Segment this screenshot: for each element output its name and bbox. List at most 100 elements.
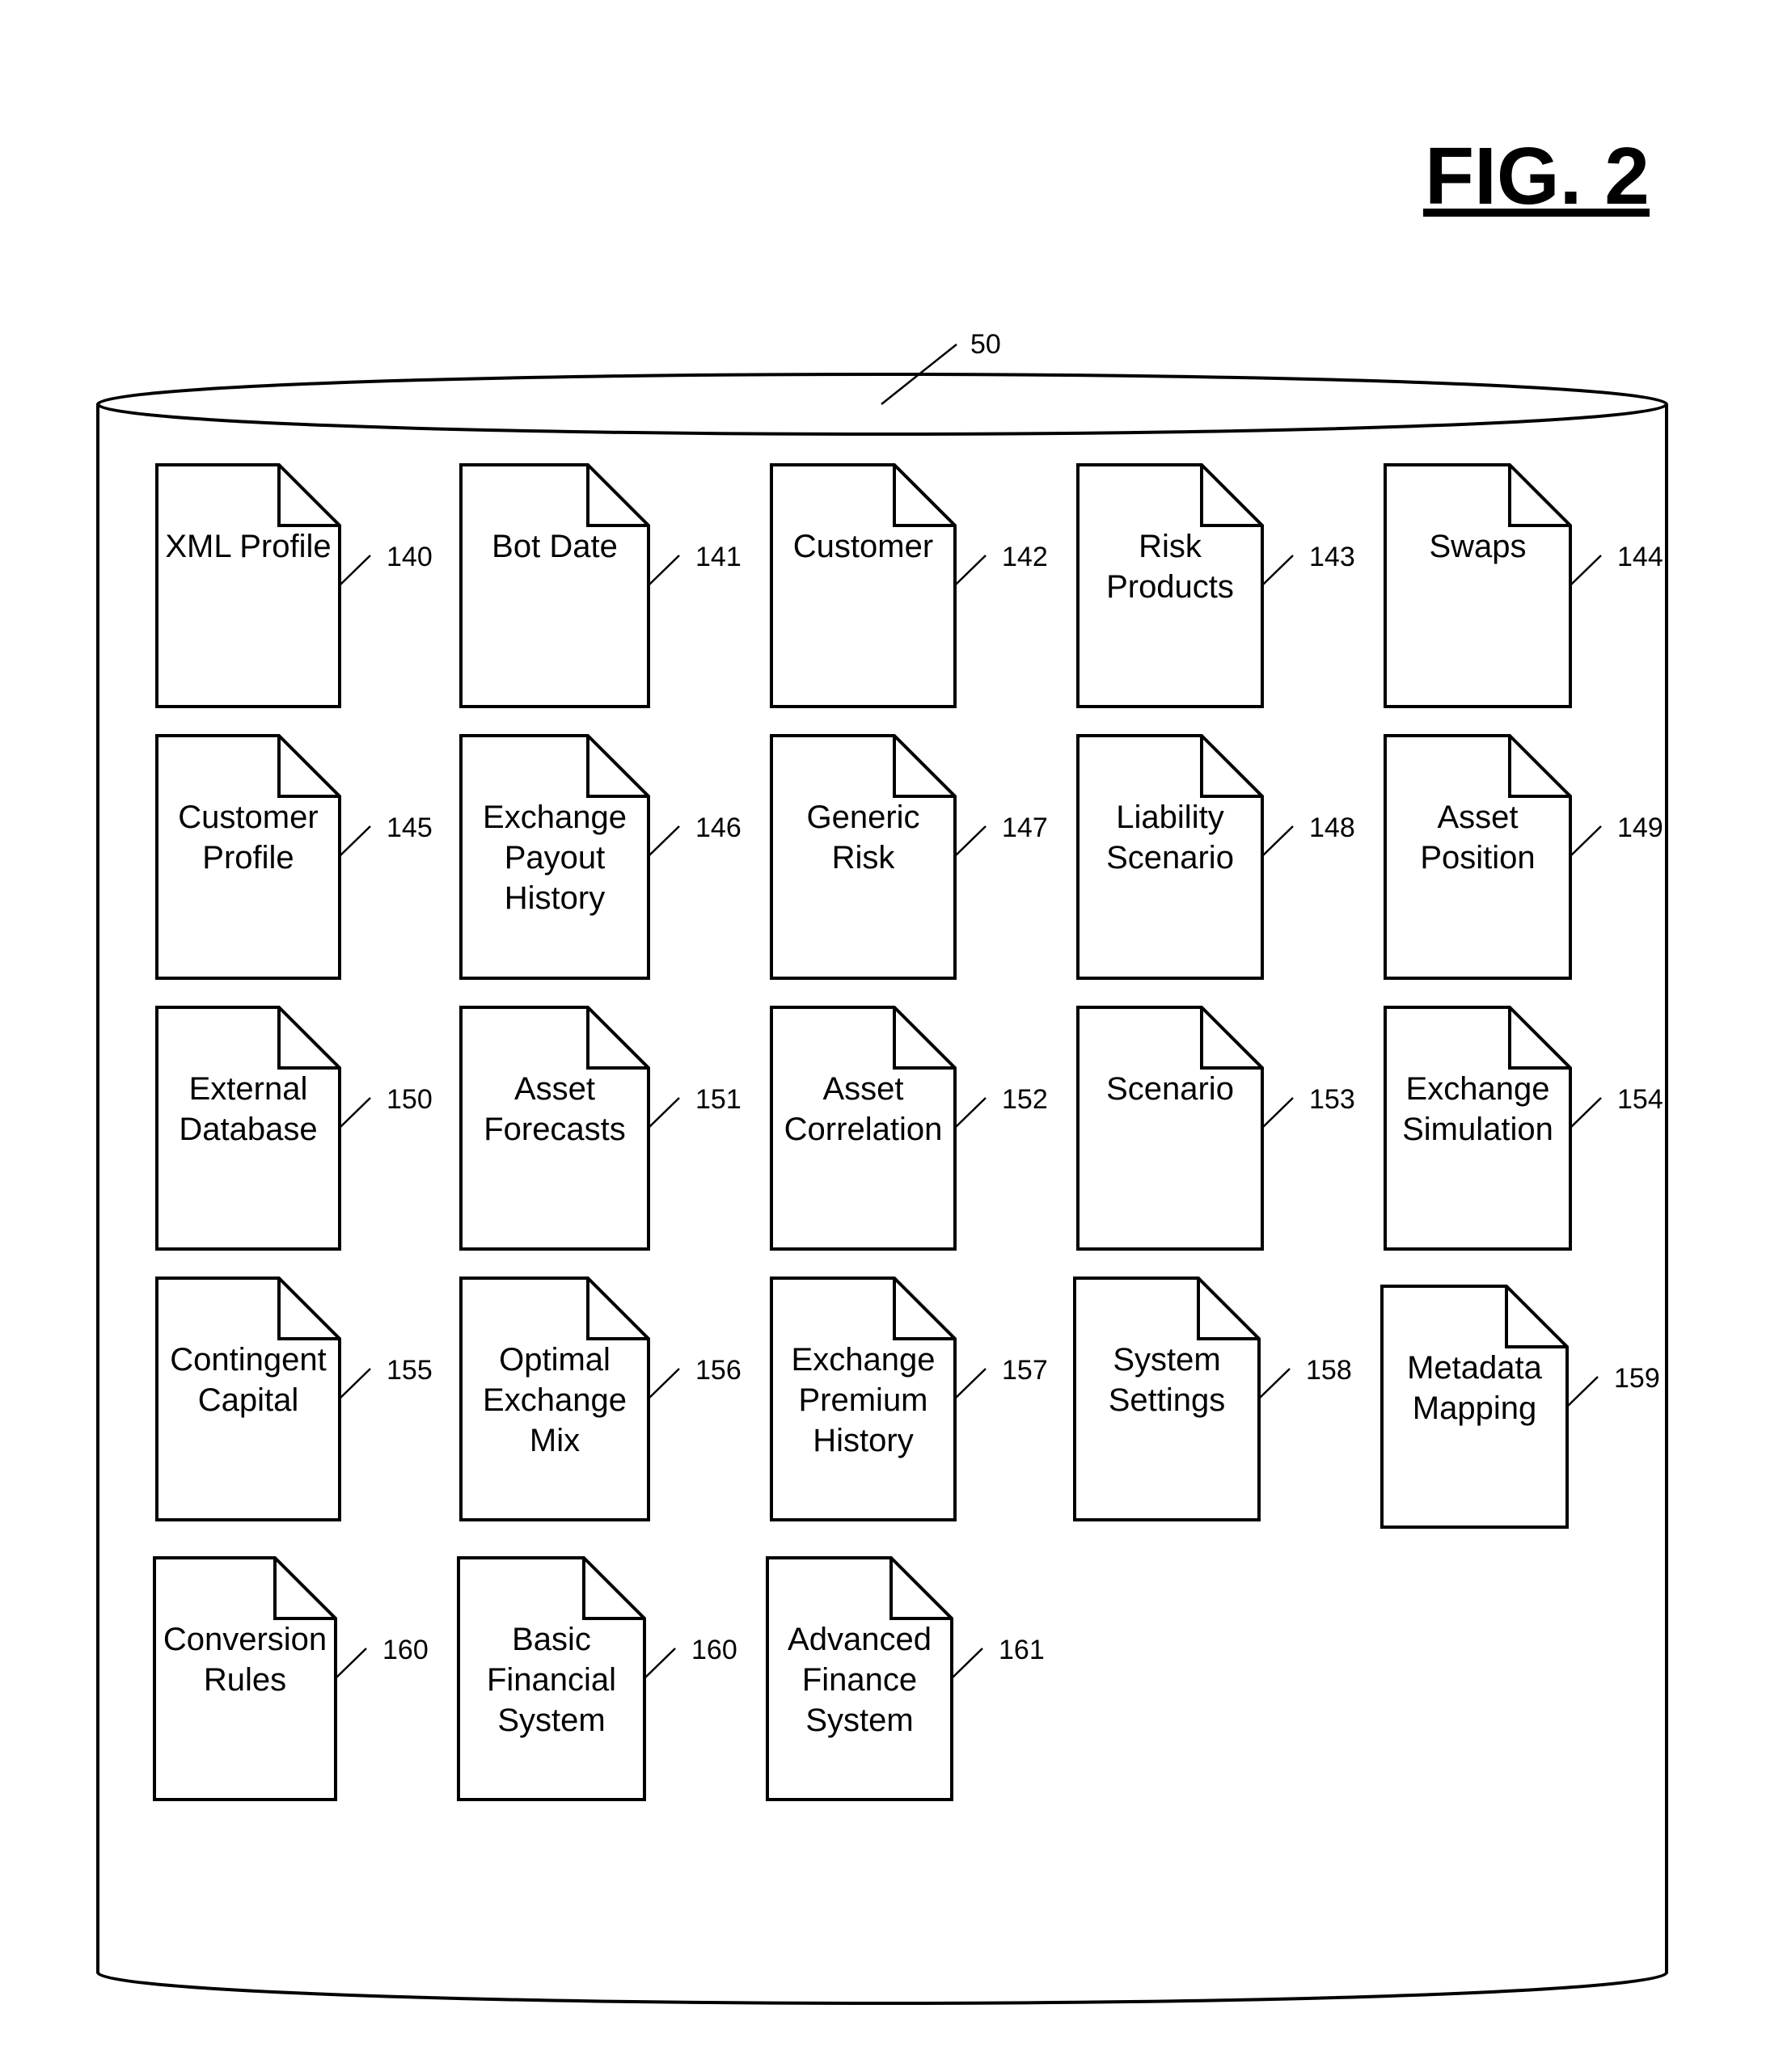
reference-leader-line xyxy=(340,1097,371,1128)
document-page-icon xyxy=(459,463,650,708)
document-icon: Risk Products 143 xyxy=(1076,463,1355,708)
document-label: Exchange xyxy=(1406,1071,1550,1107)
document-icon: Exchange Simulation 154 xyxy=(1384,1006,1663,1251)
reference-leader-line xyxy=(1570,825,1602,856)
document-label: Metadata xyxy=(1407,1350,1543,1386)
document-icon: Swaps 144 xyxy=(1384,463,1663,708)
document-label: System xyxy=(1113,1342,1220,1378)
reference-number: 156 xyxy=(695,1355,742,1386)
document-page-icon xyxy=(1076,1006,1264,1251)
document-icon: Metadata Mapping 159 xyxy=(1380,1285,1660,1529)
document-label: Optimal xyxy=(499,1342,611,1378)
reference-leader-line xyxy=(1262,555,1294,585)
reference-number: 160 xyxy=(691,1635,737,1665)
document-label: Rules xyxy=(204,1662,286,1698)
reference-number: 150 xyxy=(387,1084,433,1115)
document-label: Risk xyxy=(1139,529,1202,564)
document-label: History xyxy=(505,880,605,916)
reference-number: 149 xyxy=(1617,812,1663,843)
reference-number: 142 xyxy=(1002,542,1048,572)
document-label: Risk xyxy=(832,840,896,876)
reference-number: 145 xyxy=(387,812,433,843)
document-label: Asset xyxy=(514,1071,595,1107)
document-icon: Scenario 153 xyxy=(1076,1006,1355,1251)
document-label: Forecasts xyxy=(484,1112,626,1147)
document-label: Generic xyxy=(806,800,919,835)
reference-leader-line xyxy=(1259,1368,1291,1399)
reference-number: 143 xyxy=(1309,542,1355,572)
reference-leader-line xyxy=(649,825,680,856)
document-label: Liability xyxy=(1116,800,1223,835)
document-label: Customer xyxy=(178,800,318,835)
document-label: Basic xyxy=(512,1622,591,1657)
reference-number: 141 xyxy=(695,542,742,572)
figure-title-underline xyxy=(1423,209,1650,217)
reference-leader-line xyxy=(955,555,987,585)
figure-title-text: FIG. 2 xyxy=(1425,131,1650,222)
document-icon: Optimal Exchange Mix 156 xyxy=(459,1277,742,1521)
figure-title: FIG. 2 xyxy=(1423,131,1650,222)
document-page-icon xyxy=(1384,463,1572,708)
document-label: Scenario xyxy=(1106,1071,1234,1107)
document-icon: Generic Risk 147 xyxy=(770,734,1048,980)
reference-leader-line xyxy=(955,1368,987,1399)
document-label: XML Profile xyxy=(165,529,331,564)
database-ref-label: 50 xyxy=(970,329,1001,360)
document-icon: Customer Profile 145 xyxy=(155,734,433,980)
document-label: External xyxy=(189,1071,308,1107)
document-label: Advanced xyxy=(788,1622,932,1657)
document-label: Database xyxy=(179,1112,317,1147)
document-label: Finance xyxy=(802,1662,917,1698)
reference-number: 154 xyxy=(1617,1084,1663,1115)
document-label: Correlation xyxy=(784,1112,943,1147)
reference-leader-line xyxy=(1570,1097,1602,1128)
document-label: Mix xyxy=(530,1423,580,1458)
document-icon: Asset Forecasts 151 xyxy=(459,1006,742,1251)
reference-leader-line xyxy=(1570,555,1602,585)
document-label: Bot Date xyxy=(492,529,618,564)
reference-leader-line xyxy=(649,1097,680,1128)
reference-number: 159 xyxy=(1614,1363,1660,1394)
document-label: Position xyxy=(1420,840,1535,876)
reference-number: 147 xyxy=(1002,812,1048,843)
reference-number: 161 xyxy=(999,1635,1045,1665)
document-page-icon xyxy=(770,463,957,708)
document-label: Exchange xyxy=(792,1342,936,1378)
document-icon: Liability Scenario 148 xyxy=(1076,734,1355,980)
document-page-icon xyxy=(155,463,341,708)
reference-number: 151 xyxy=(695,1084,742,1115)
document-icon: XML Profile 140 xyxy=(155,463,433,708)
document-label: System xyxy=(497,1703,605,1738)
document-label: Premium xyxy=(798,1382,927,1418)
document-icon: Advanced Finance System 161 xyxy=(766,1556,1045,1801)
document-label: Scenario xyxy=(1106,840,1234,876)
reference-leader-line xyxy=(644,1648,676,1678)
document-label: Asset xyxy=(822,1071,903,1107)
database-ref: 50 xyxy=(881,329,1001,405)
document-label: System xyxy=(805,1703,913,1738)
document-label: Mapping xyxy=(1413,1390,1536,1426)
reference-leader-line xyxy=(340,825,371,856)
document-icon: Asset Correlation 152 xyxy=(770,1006,1048,1251)
document-grid: XML Profile 140 Bot Date 141 Customer 142 Risk… xyxy=(153,463,1663,1801)
reference-leader-line xyxy=(649,555,680,585)
reference-number: 144 xyxy=(1617,542,1663,572)
document-icon: Bot Date 141 xyxy=(459,463,742,708)
document-label: Payout xyxy=(505,840,606,876)
reference-leader-line xyxy=(1567,1376,1599,1407)
document-label: Exchange xyxy=(483,800,627,835)
reference-number: 152 xyxy=(1002,1084,1048,1115)
reference-number: 153 xyxy=(1309,1084,1355,1115)
document-icon: System Settings 158 xyxy=(1073,1277,1352,1521)
reference-number: 160 xyxy=(382,1635,429,1665)
reference-leader-line xyxy=(1262,1097,1294,1128)
document-label: History xyxy=(813,1423,913,1458)
document-icon: Exchange Premium History 157 xyxy=(770,1277,1048,1521)
reference-leader-line xyxy=(649,1368,680,1399)
document-label: Products xyxy=(1106,569,1234,605)
reference-number: 158 xyxy=(1306,1355,1352,1386)
reference-leader-line xyxy=(952,1648,983,1678)
document-label: Simulation xyxy=(1402,1112,1553,1147)
document-label: Exchange xyxy=(483,1382,627,1418)
document-icon: Basic Financial System 160 xyxy=(457,1556,737,1801)
